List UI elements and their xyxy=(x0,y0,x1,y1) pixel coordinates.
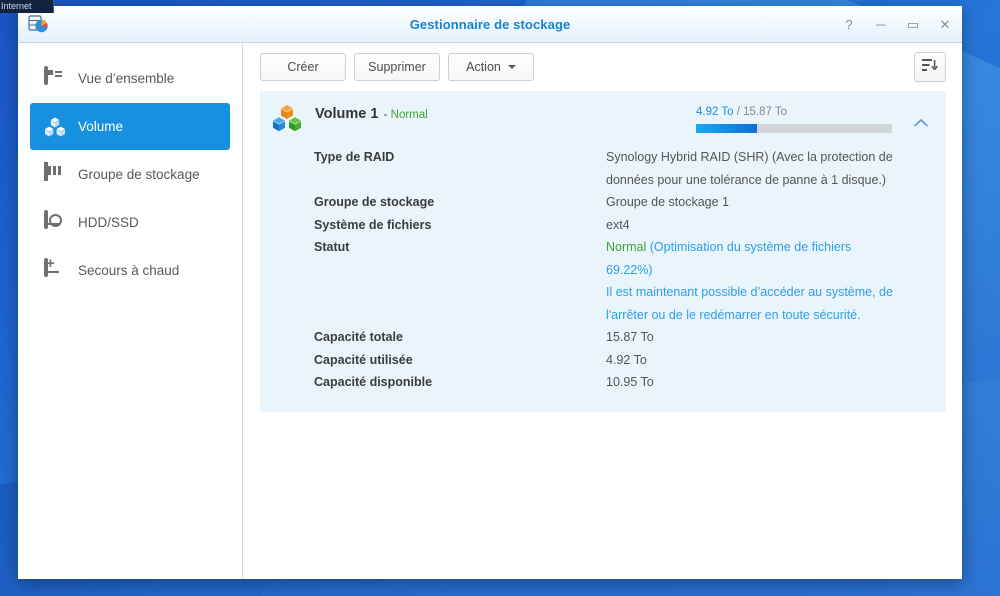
detail-label: Capacité utilisée xyxy=(314,352,413,367)
volume-status-badge: - Normal xyxy=(380,109,428,121)
capacity-summary: 4.92 To / 15.87 To xyxy=(696,106,892,118)
window-titlebar[interactable]: Gestionnaire de stockage ? ─ ▭ ✕ xyxy=(18,6,962,43)
desktop-background: Internet Gestionnaire de stockage ? ─ ▭ … xyxy=(0,0,1000,596)
table-row: Capacité disponible 10.95 To xyxy=(314,371,946,394)
storage-manager-window: Gestionnaire de stockage ? ─ ▭ ✕ Vue d’e… xyxy=(18,6,962,579)
status-note-text: Il est maintenant possible d’accéder au … xyxy=(606,285,893,322)
table-row: Groupe de stockage Groupe de stockage 1 xyxy=(314,191,946,214)
detail-value: Synology Hybrid RAID (SHR) (Avec la prot… xyxy=(606,150,893,187)
toolbar: Créer Supprimer Action xyxy=(243,43,962,91)
capacity-total-value: 15.87 To xyxy=(743,106,788,118)
sidebar-item-label: Groupe de stockage xyxy=(78,167,200,182)
sort-descending-icon xyxy=(922,58,938,77)
sidebar: Vue d’ensemble Volume Groupe de stockage… xyxy=(18,43,243,579)
volume-header[interactable]: Volume 1 - Normal 4.92 To / 15.87 To xyxy=(260,91,946,140)
detail-label: Groupe de stockage xyxy=(314,195,435,209)
volume-panel: Volume 1 - Normal 4.92 To / 15.87 To Typ… xyxy=(260,91,946,412)
table-row: Capacité utilisée 4.92 To xyxy=(314,349,946,372)
detail-label: Type de RAID xyxy=(314,150,395,164)
detail-value: 4.92 To xyxy=(606,352,647,367)
content-area: Créer Supprimer Action Volume 1 - Normal… xyxy=(243,43,962,579)
status-normal-text: Normal xyxy=(606,240,647,254)
capacity-separator: / xyxy=(736,106,740,118)
sidebar-item-label: Volume xyxy=(78,119,124,134)
volume-details-table: Type de RAID Synology Hybrid RAID (SHR) … xyxy=(260,140,946,394)
detail-value: 15.87 To xyxy=(606,330,654,344)
action-menu-button[interactable]: Action xyxy=(448,53,534,81)
capacity-block: 4.92 To / 15.87 To xyxy=(696,102,892,133)
sidebar-item-label: Vue d’ensemble xyxy=(78,71,175,86)
minimize-button[interactable]: ─ xyxy=(872,15,890,33)
chevron-down-icon xyxy=(507,65,516,69)
capacity-progress-fill xyxy=(696,124,757,133)
disk-icon xyxy=(44,209,66,234)
sidebar-item-overview[interactable]: Vue d’ensemble xyxy=(30,55,230,102)
detail-label: Capacité disponible xyxy=(314,375,433,389)
sidebar-item-label: Secours à chaud xyxy=(78,263,180,278)
window-controls: ? ─ ▭ ✕ xyxy=(840,6,954,42)
sidebar-item-hdd-ssd[interactable]: HDD/SSD xyxy=(30,199,230,246)
detail-label: Système de fichiers xyxy=(314,217,432,232)
detail-label: Capacité totale xyxy=(314,330,403,344)
table-row-status: Statut Normal (Optimisation du système d… xyxy=(314,236,946,326)
sort-button[interactable] xyxy=(914,52,946,82)
table-row: Système de fichiers ext4 xyxy=(314,214,946,237)
status-value: Normal xyxy=(390,109,428,121)
capacity-progress-bar xyxy=(696,124,892,133)
detail-value: 10.95 To xyxy=(606,375,654,389)
table-row: Type de RAID Synology Hybrid RAID (SHR) … xyxy=(314,146,946,191)
overview-card-icon xyxy=(44,65,66,90)
detail-value-status: Normal (Optimisation du système de fichi… xyxy=(606,236,896,326)
sidebar-item-label: HDD/SSD xyxy=(78,215,139,230)
create-button[interactable]: Créer xyxy=(260,53,346,81)
detail-value: ext4 xyxy=(606,217,630,232)
detail-value: Groupe de stockage 1 xyxy=(606,195,729,209)
volume-name: Volume 1 xyxy=(315,106,379,122)
taskbar-item-internet[interactable]: Internet xyxy=(0,0,54,13)
maximize-button[interactable]: ▭ xyxy=(904,15,922,33)
storage-manager-icon xyxy=(27,13,49,35)
volume-cubes-icon xyxy=(44,117,66,137)
close-button[interactable]: ✕ xyxy=(936,15,954,33)
volume-cubes-icon xyxy=(272,104,302,134)
help-button[interactable]: ? xyxy=(840,15,858,33)
storage-pool-icon xyxy=(44,161,66,186)
sidebar-item-volume[interactable]: Volume xyxy=(30,103,230,150)
action-menu-label: Action xyxy=(466,60,501,74)
capacity-used-value: 4.92 To xyxy=(696,106,734,118)
table-row: Capacité totale 15.87 To xyxy=(314,326,946,349)
chevron-up-icon[interactable] xyxy=(910,102,932,128)
delete-button[interactable]: Supprimer xyxy=(354,53,440,81)
sidebar-item-storage-pool[interactable]: Groupe de stockage xyxy=(30,151,230,198)
page-title: Gestionnaire de stockage xyxy=(409,16,571,32)
hot-spare-icon xyxy=(44,257,66,282)
sidebar-item-hot-spare[interactable]: Secours à chaud xyxy=(30,247,230,294)
volume-title-wrap: Volume 1 - Normal xyxy=(315,102,428,123)
window-body: Vue d’ensemble Volume Groupe de stockage… xyxy=(18,43,962,579)
status-separator: - xyxy=(383,109,388,121)
detail-label: Statut xyxy=(314,240,350,254)
